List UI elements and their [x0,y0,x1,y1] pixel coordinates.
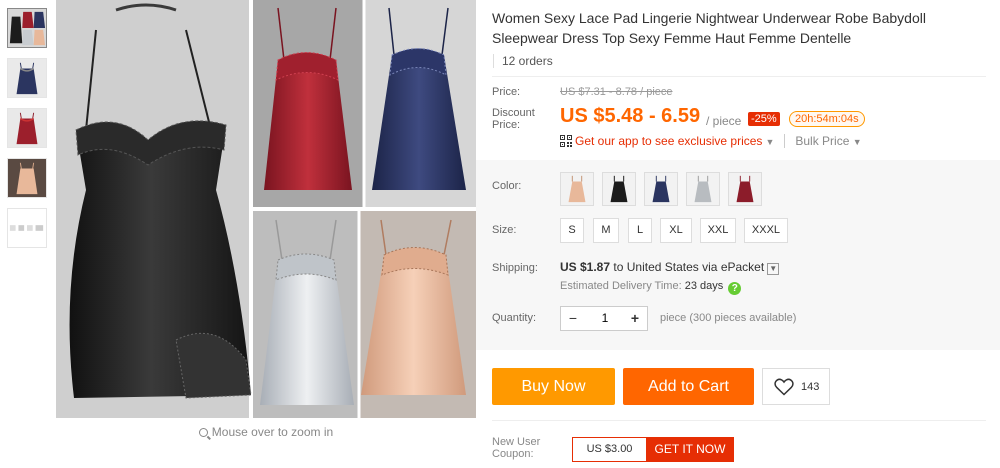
thumbnail-list [7,8,49,258]
original-price-row: Price: US $7.31 - 8.78 / piece [492,86,1000,102]
placeholder-thumbnail [8,209,46,247]
wishlist-count: 143 [801,381,820,393]
size-option-m[interactable]: M [593,218,619,243]
size-label: Size: [492,224,517,236]
divider [492,420,986,421]
shipping-cost: US $1.87 [560,260,611,274]
order-count[interactable]: 12 orders [493,54,1000,68]
red-dress-thumbnail [8,109,46,147]
shipping-country[interactable]: United States [627,260,699,274]
get-coupon-button[interactable]: GET IT NOW [646,437,734,462]
app-price-row: Get our app to see exclusive prices ▼ Bulk… [560,134,1000,150]
red-dress-swatch [729,173,761,205]
wishlist-button[interactable]: 143 [762,368,830,405]
decrease-quantity-button[interactable]: − [561,307,585,330]
coupon-label: New User Coupon: [492,436,541,460]
divider [492,76,986,77]
magnifier-icon [198,428,208,437]
bulk-price-label: Bulk Price [795,134,850,148]
quantity-label: Quantity: [492,312,537,324]
apricot-dress-swatch [561,173,593,205]
quantity-section: Quantity: − + piece (300 pieces availabl… [492,306,1000,332]
size-option-xxl[interactable]: XXL [700,218,736,243]
coupon-amount: US $3.00 [572,437,646,462]
shipping-label: Shipping: [492,262,538,274]
chevron-down-icon[interactable]: ▼ [767,263,780,275]
heart-icon [774,378,794,396]
delivery-estimate-label: Estimated Delivery Time: [560,280,682,292]
black-dress-swatch [603,173,635,205]
question-icon[interactable]: ? [728,282,742,295]
product-details: Women Sexy Lace Pad Lingerie Nightwear U… [492,0,1000,462]
original-price: US $7.31 - 8.78 / piece [560,86,673,98]
color-label: Color: [492,180,522,192]
product-page: Mouse over to zoom in Women Sexy Lace Pa… [0,0,1000,468]
apricot-dress-thumbnail [8,159,46,197]
zoom-hint: Mouse over to zoom in [56,425,476,439]
delivery-days: 23 days [684,280,724,292]
shipping-method[interactable]: via ePacket [702,260,764,274]
price-label: Price: [492,86,521,98]
increase-quantity-button[interactable]: + [623,307,647,330]
quantity-input[interactable] [587,307,623,330]
navy-dress-swatch [645,173,677,205]
caret-down-icon: ▼ [852,137,862,147]
price-unit: / piece [706,114,742,128]
size-selector: Size: S M L XL XXL XXXL [492,218,1000,244]
color-swatch-navy[interactable] [644,172,678,206]
size-option-xl[interactable]: XL [660,218,692,243]
dress-collage-image [56,0,476,418]
thumbnail-2[interactable] [7,58,47,98]
delivery-estimate: Estimated Delivery Time: 23 days ? [560,280,742,295]
size-option-xxxl[interactable]: XXXL [744,218,788,243]
thumbnail-3[interactable] [7,108,47,148]
countdown-timer: 20h:54m:04s [789,111,865,127]
buy-now-button[interactable]: Buy Now [492,368,615,405]
product-title: Women Sexy Lace Pad Lingerie Nightwear U… [492,10,926,46]
qr-code-icon [560,135,572,147]
app-prices-link[interactable]: Get our app to see exclusive prices [575,134,762,148]
silver-dress-swatch [687,173,719,205]
shipping-to: to [613,260,624,274]
size-option-s[interactable]: S [560,218,584,243]
color-swatch-wine-red[interactable] [728,172,762,206]
color-selector: Color: [492,172,1000,208]
color-swatch-apricot[interactable] [560,172,594,206]
discount-price-row: Discount Price: US $5.48 - 6.59 / piece … [492,105,1000,133]
quantity-available: piece (300 pieces available) [660,312,797,324]
discount-price: US $5.48 - 6.59 [560,105,701,127]
caret-down-icon[interactable]: ▼ [765,137,774,147]
main-product-image[interactable] [56,0,476,418]
discount-price-label: Discount Price: [492,107,535,131]
color-swatch-black[interactable] [602,172,636,206]
quantity-stepper: − + [560,306,648,331]
shipping-section: Shipping: US $1.87 to United States via … [492,260,1000,296]
discount-badge: -25% [748,112,780,126]
dress-collage-thumbnail [8,9,46,47]
navy-dress-thumbnail [8,59,46,97]
zoom-hint-text: Mouse over to zoom in [211,425,334,439]
shipping-info: US $1.87 to United States via ePacket ▼ [560,260,780,275]
thumbnail-4[interactable] [7,158,47,198]
thumbnail-1[interactable] [7,8,47,48]
add-to-cart-button[interactable]: Add to Cart [623,368,754,405]
color-swatch-silver[interactable] [686,172,720,206]
thumbnail-5[interactable] [7,208,47,248]
size-option-l[interactable]: L [628,218,652,243]
bulk-price-link[interactable]: Bulk Price ▼ [784,134,862,148]
